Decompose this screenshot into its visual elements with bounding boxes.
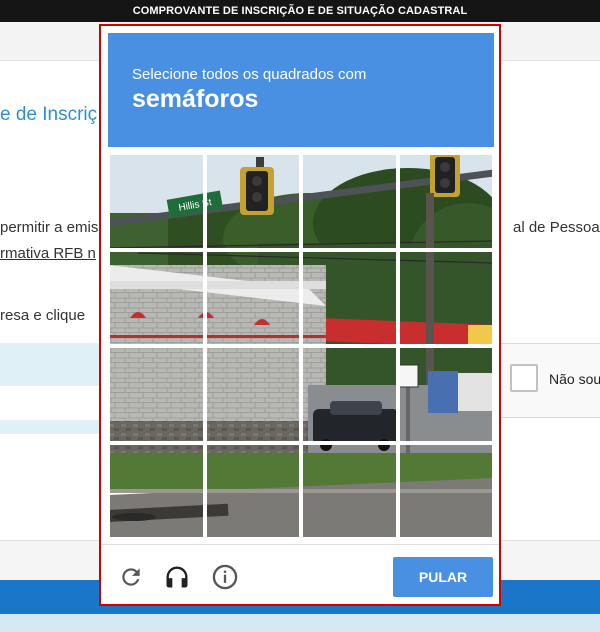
captcha-tile[interactable] [397, 153, 494, 250]
form-row-background [0, 420, 100, 434]
captcha-tile[interactable] [301, 442, 398, 539]
recaptcha-label: Não sou [549, 371, 600, 387]
captcha-tile[interactable] [204, 346, 301, 443]
form-row-background [0, 343, 100, 386]
captcha-tile[interactable] [204, 153, 301, 250]
page-topbar-title: COMPROVANTE DE INSCRIÇÃO E DE SITUAÇÃO C… [0, 0, 600, 22]
page-footer-band [0, 614, 600, 632]
captcha-tile[interactable] [108, 153, 205, 250]
recaptcha-checkbox[interactable] [510, 364, 538, 392]
captcha-tile[interactable] [108, 249, 205, 346]
captcha-image-grid: Hillis St [108, 153, 494, 539]
captcha-challenge: Selecione todos os quadrados com semáfor… [99, 24, 501, 606]
captcha-tile[interactable] [397, 346, 494, 443]
captcha-footer: PULAR [101, 544, 499, 605]
page-text-right: al de Pessoa J [513, 219, 600, 236]
captcha-tile[interactable] [397, 442, 494, 539]
form-footer [500, 540, 600, 581]
captcha-instruction: Selecione todos os quadrados com [132, 66, 367, 83]
captcha-tile[interactable] [301, 249, 398, 346]
form-footer [0, 540, 100, 581]
captcha-tile[interactable] [397, 249, 494, 346]
page-text-line: permitir a emis [0, 219, 99, 236]
captcha-tile[interactable] [204, 249, 301, 346]
captcha-tile[interactable] [204, 442, 301, 539]
captcha-tile[interactable] [108, 442, 205, 539]
page-heading: e de Inscriç [0, 104, 98, 125]
page-text-line: resa e clique [0, 307, 86, 324]
captcha-header: Selecione todos os quadrados com semáfor… [108, 33, 494, 147]
captcha-tile[interactable] [301, 346, 398, 443]
skip-button[interactable]: PULAR [393, 557, 493, 597]
reload-icon[interactable] [117, 563, 145, 591]
page-text-link[interactable]: rmativa RFB n [0, 245, 96, 262]
captcha-target: semáforos [132, 85, 259, 113]
captcha-tile[interactable] [108, 346, 205, 443]
info-icon[interactable] [211, 563, 239, 591]
captcha-tile[interactable] [301, 153, 398, 250]
headphones-icon[interactable] [163, 563, 191, 591]
